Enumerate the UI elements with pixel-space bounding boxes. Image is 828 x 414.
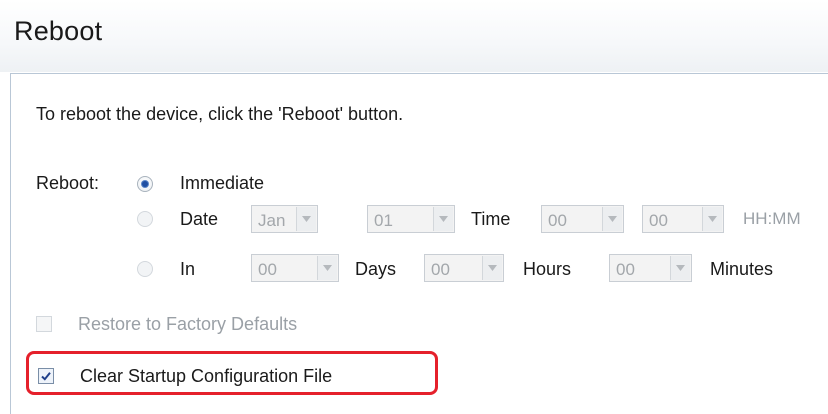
- month-select[interactable]: Jan: [251, 205, 318, 233]
- hours-select-value: 00: [431, 260, 450, 279]
- day-select[interactable]: 01: [367, 205, 455, 233]
- page-title: Reboot: [14, 16, 103, 46]
- clear-startup-checkbox[interactable]: [38, 368, 54, 384]
- clear-startup-label: Clear Startup Configuration File: [80, 366, 333, 386]
- minutes-select[interactable]: 00: [609, 254, 692, 282]
- date-radio[interactable]: [137, 211, 153, 227]
- chevron-down-icon: [482, 256, 502, 280]
- minute-select-value: 00: [649, 211, 668, 230]
- minutes-label: Minutes: [710, 259, 774, 279]
- in-label: In: [180, 259, 196, 279]
- page-header: Reboot: [0, 0, 828, 72]
- time-format-hint: HH:MM: [743, 209, 801, 228]
- hours-label: Hours: [523, 259, 572, 279]
- instruction-text: To reboot the device, click the 'Reboot'…: [36, 104, 404, 124]
- hours-select[interactable]: 00: [424, 254, 504, 282]
- chevron-down-icon: [602, 207, 622, 231]
- immediate-radio[interactable]: [137, 176, 153, 192]
- minutes-select-value: 00: [616, 260, 635, 279]
- days-select[interactable]: 00: [251, 254, 339, 282]
- chevron-down-icon: [702, 207, 722, 231]
- date-label: Date: [180, 209, 219, 229]
- time-label: Time: [471, 209, 511, 229]
- day-select-value: 01: [374, 211, 393, 230]
- hour-select[interactable]: 00: [541, 205, 624, 233]
- chevron-down-icon: [317, 256, 337, 280]
- reboot-label: Reboot:: [36, 173, 100, 193]
- restore-factory-checkbox[interactable]: [36, 316, 52, 332]
- immediate-label: Immediate: [180, 173, 265, 193]
- chevron-down-icon: [296, 207, 316, 231]
- days-label: Days: [355, 259, 397, 279]
- chevron-down-icon: [670, 256, 690, 280]
- restore-factory-label: Restore to Factory Defaults: [78, 314, 298, 334]
- in-radio[interactable]: [137, 261, 153, 277]
- days-select-value: 00: [258, 260, 277, 279]
- minute-select[interactable]: 00: [642, 205, 724, 233]
- checkmark-icon: [41, 372, 51, 381]
- radio-selected-dot: [142, 181, 148, 187]
- hour-select-value: 00: [548, 211, 567, 230]
- month-select-value: Jan: [258, 211, 286, 230]
- chevron-down-icon: [433, 207, 453, 231]
